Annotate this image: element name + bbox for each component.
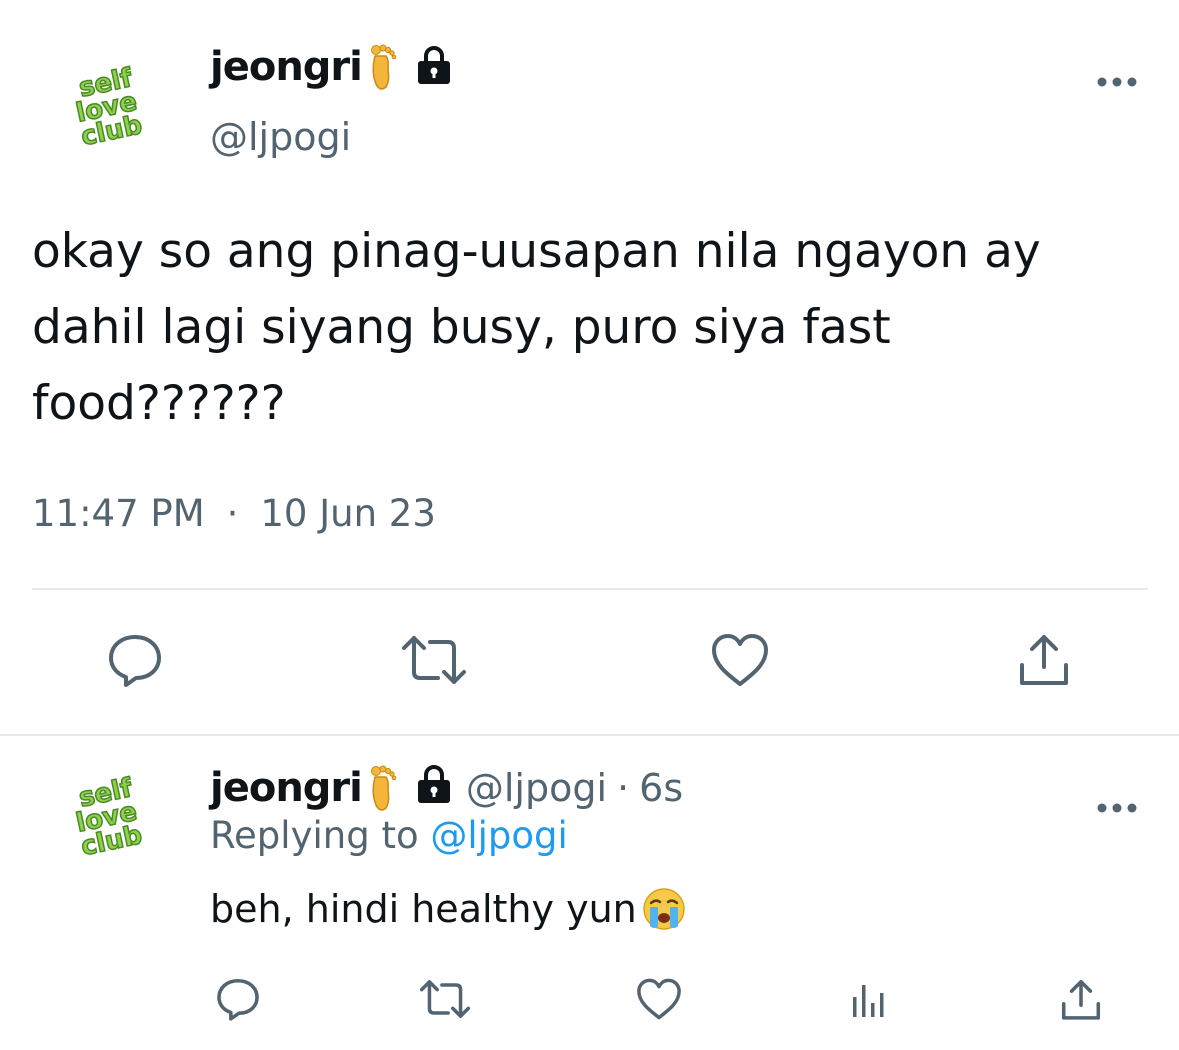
reply-display-name[interactable]: jeongri xyxy=(210,765,363,811)
foot-emoji xyxy=(366,42,398,92)
lock-icon xyxy=(414,44,454,90)
retweet-icon[interactable] xyxy=(417,975,473,1023)
like-icon[interactable] xyxy=(634,975,684,1023)
crying-face-emoji xyxy=(641,886,687,932)
views-icon[interactable] xyxy=(848,975,888,1023)
reply-icon[interactable] xyxy=(214,975,262,1023)
author-handle[interactable]: @ljpogi xyxy=(210,115,351,159)
more-icon[interactable] xyxy=(1096,52,1138,98)
reply-avatar[interactable]: self love club xyxy=(50,760,160,870)
reply-more-icon[interactable] xyxy=(1096,778,1138,824)
share-icon[interactable] xyxy=(1058,974,1104,1024)
reply-text: beh, hindi healthy yun xyxy=(210,887,637,931)
section-divider xyxy=(0,734,1179,736)
tweet-time[interactable]: 11:47 PM xyxy=(32,492,205,535)
retweet-icon[interactable] xyxy=(398,630,470,690)
reply-handle[interactable]: @ljpogi xyxy=(466,766,607,810)
like-icon[interactable] xyxy=(708,630,772,690)
tweet-text: okay so ang pinag-uusapan nila ngayon ay… xyxy=(32,224,1041,431)
display-name[interactable]: jeongri xyxy=(210,44,363,90)
reply-icon[interactable] xyxy=(105,630,165,690)
divider xyxy=(32,588,1148,590)
replying-to-handle[interactable]: @ljpogi xyxy=(430,814,567,857)
meta-separator: · xyxy=(226,492,239,535)
tweet-meta: 11:47 PM · 10 Jun 23 xyxy=(32,492,436,535)
avatar[interactable]: self love club xyxy=(50,50,160,160)
reply-age[interactable]: 6s xyxy=(639,766,683,810)
reply-text-row: beh, hindi healthy yun xyxy=(210,886,687,932)
foot-emoji xyxy=(366,763,398,813)
reply-author-row[interactable]: jeongri @ljpogi · 6s xyxy=(210,760,683,816)
replying-to: Replying to @ljpogi xyxy=(210,814,568,857)
share-icon[interactable] xyxy=(1014,628,1074,690)
reply-separator: · xyxy=(617,766,630,810)
lock-icon xyxy=(414,763,454,814)
replying-to-label: Replying to xyxy=(210,814,419,857)
author-name-row[interactable]: jeongri xyxy=(210,42,454,92)
tweet-date[interactable]: 10 Jun 23 xyxy=(260,492,436,535)
